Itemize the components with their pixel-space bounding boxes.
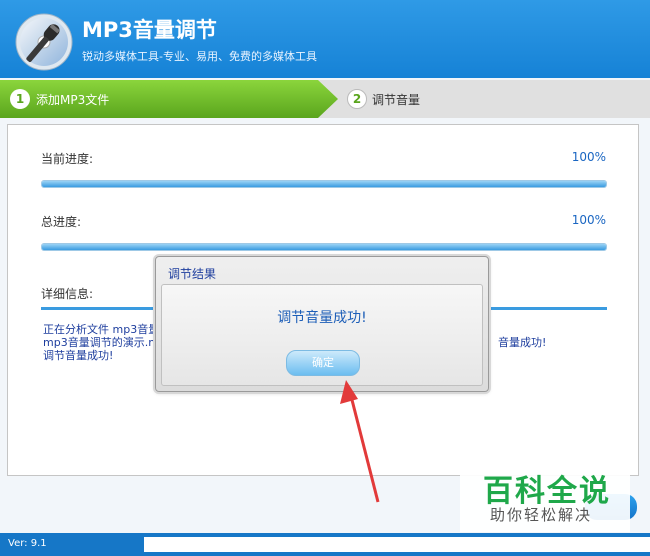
- current-progress-fill: [42, 181, 606, 187]
- step-number: 1: [10, 89, 30, 109]
- status-strip: [144, 537, 650, 552]
- step-label: 调节音量: [372, 93, 421, 107]
- total-progress-fill: [42, 244, 606, 250]
- app-window: MP3音量调节 锐动多媒体工具-专业、易用、免费的多媒体工具 1 添加MP3文件…: [0, 0, 650, 556]
- watermark: 百科全说 助你轻松解决: [460, 462, 630, 532]
- log-text-right: 音量成功!: [498, 336, 547, 349]
- log-text: 调节音量成功!: [43, 349, 114, 362]
- total-progress-value: 100%: [571, 213, 606, 227]
- app-title: MP3音量调节: [82, 18, 217, 42]
- header: MP3音量调节 锐动多媒体工具-专业、易用、免费的多媒体工具: [0, 0, 650, 78]
- log-text: mp3音量调节的演示.m: [43, 336, 159, 349]
- watermark-subtitle: 助你轻松解决: [490, 506, 593, 524]
- ok-button[interactable]: 确定: [286, 350, 360, 376]
- total-progress-bar: [41, 243, 607, 251]
- details-label: 详细信息:: [41, 287, 94, 301]
- current-progress-label: 当前进度:: [41, 152, 94, 166]
- step-add-mp3[interactable]: 1 添加MP3文件: [0, 80, 338, 118]
- dialog-message: 调节音量成功!: [277, 310, 367, 326]
- result-dialog: 调节结果 调节音量成功! 确定: [155, 256, 489, 392]
- app-subtitle: 锐动多媒体工具-专业、易用、免费的多媒体工具: [82, 50, 317, 63]
- current-progress-bar: [41, 180, 607, 188]
- status-bar: Ver: 9.1: [0, 533, 650, 556]
- mp3-volume-logo-icon: [15, 13, 73, 71]
- log-text: 正在分析文件 mp3音量: [43, 323, 160, 336]
- steps-bar: 1 添加MP3文件 2 调节音量: [0, 80, 650, 118]
- current-progress-value: 100%: [571, 150, 606, 164]
- version-label: Ver: 9.1: [8, 538, 47, 549]
- total-progress-label: 总进度:: [41, 215, 82, 229]
- dialog-body: 调节音量成功! 确定: [161, 284, 483, 386]
- step-label: 添加MP3文件: [36, 93, 110, 107]
- dialog-title: 调节结果: [168, 267, 217, 281]
- step-number: 2: [347, 89, 367, 109]
